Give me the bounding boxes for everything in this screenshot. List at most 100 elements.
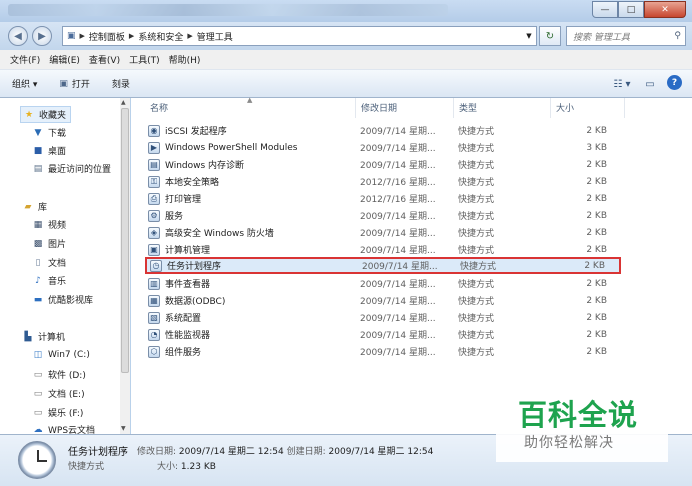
file-date: 2009/7/14 星期...: [360, 161, 436, 171]
file-type: 快捷方式: [458, 331, 495, 341]
file-row[interactable]: ◷ 任务计划程序 2009/7/14 星期... 快捷方式 2 KB: [145, 257, 621, 274]
menu-view[interactable]: 查看(V): [89, 53, 120, 66]
file-row[interactable]: ▧ 系统配置 2009/7/14 星期... 快捷方式 2 KB: [145, 309, 621, 326]
nav-recent[interactable]: ▤ 最近访问的位置: [32, 162, 111, 176]
nav-libraries-label: 库: [38, 203, 48, 213]
breadcrumb-control-panel[interactable]: 控制面板: [85, 30, 129, 43]
menu-edit[interactable]: 编辑(E): [49, 53, 80, 66]
file-date: 2009/7/14 星期...: [360, 331, 436, 341]
star-icon: ★: [24, 109, 34, 120]
file-row[interactable]: ◔ 性能监视器 2009/7/14 星期... 快捷方式 2 KB: [145, 326, 621, 343]
preview-pane-icon[interactable]: ▭: [639, 75, 661, 93]
organize-button[interactable]: 组织 ▾: [12, 77, 37, 90]
component-services-icon: ⬡: [148, 345, 160, 358]
nav-drive-d[interactable]: ▭ 软件 (D:): [32, 368, 86, 382]
search-icon[interactable]: ⚲: [674, 31, 681, 41]
file-type: 快捷方式: [458, 178, 495, 188]
security-policy-icon: ⚿: [148, 175, 160, 188]
file-row[interactable]: ⚙ 服务 2009/7/14 星期... 快捷方式 2 KB: [145, 207, 621, 224]
nav-drive-c[interactable]: ◫ Win7 (C:): [32, 349, 90, 360]
nav-scroll-thumb[interactable]: [121, 108, 129, 373]
nav-desktop[interactable]: ■ 桌面: [32, 144, 66, 158]
help-icon[interactable]: ?: [667, 75, 682, 90]
nav-pictures-label: 图片: [48, 240, 67, 250]
file-size: 2 KB: [586, 244, 607, 255]
view-options-icon[interactable]: ☷ ▾: [611, 75, 633, 93]
nav-drive-e[interactable]: ▭ 文档 (E:): [32, 387, 85, 401]
minimize-button[interactable]: —: [592, 1, 618, 18]
size-info: 大小: 1.23 KB: [157, 459, 216, 472]
file-size: 2 KB: [586, 210, 607, 221]
open-label: 打开: [71, 80, 90, 90]
file-row[interactable]: ▥ 事件查看器 2009/7/14 星期... 快捷方式 2 KB: [145, 275, 621, 292]
column-size[interactable]: 大小: [556, 101, 574, 114]
file-name: 高级安全 Windows 防火墙: [165, 229, 274, 239]
nav-computer-label: 计算机: [38, 333, 66, 343]
recent-places-icon: ▤: [33, 163, 43, 174]
scroll-up-icon[interactable]: ▲: [121, 99, 126, 106]
open-button[interactable]: ▣ 打开: [59, 77, 90, 91]
file-date: 2009/7/14 星期...: [360, 297, 436, 307]
command-bar: 组织 ▾ ▣ 打开 刻录 ☷ ▾ ▭ ?: [0, 70, 692, 98]
file-date: 2009/7/14 星期...: [360, 348, 436, 358]
file-row[interactable]: ◈ 高级安全 Windows 防火墙 2009/7/14 星期... 快捷方式 2 KB: [145, 224, 621, 241]
file-row[interactable]: ▤ Windows 内存诊断 2009/7/14 星期... 快捷方式 2 KB: [145, 156, 621, 173]
column-name[interactable]: 名称: [150, 101, 168, 114]
chevron-down-icon[interactable]: ▼: [522, 32, 536, 40]
file-row[interactable]: ⬡ 组件服务 2009/7/14 星期... 快捷方式 2 KB: [145, 343, 621, 360]
refresh-button[interactable]: ↻: [539, 26, 561, 46]
file-name: 服务: [165, 212, 184, 222]
close-button[interactable]: ✕: [644, 1, 686, 18]
forward-button[interactable]: ▶: [32, 26, 52, 46]
breadcrumb-system-security[interactable]: 系统和安全: [134, 30, 187, 43]
column-divider[interactable]: [550, 98, 551, 118]
file-row[interactable]: ▦ 数据源(ODBC) 2009/7/14 星期... 快捷方式 2 KB: [145, 292, 621, 309]
pictures-icon: ▩: [33, 238, 43, 249]
file-type: 快捷方式: [458, 297, 495, 307]
file-row[interactable]: ▶ Windows PowerShell Modules 2009/7/14 星期.…: [145, 139, 621, 156]
burn-button[interactable]: 刻录: [112, 77, 130, 90]
column-divider[interactable]: [453, 98, 454, 118]
menu-bar: 文件(F) 编辑(E) 查看(V) 工具(T) 帮助(H): [0, 50, 692, 70]
menu-file[interactable]: 文件(F): [10, 53, 40, 66]
nav-videos[interactable]: ▦ 视频: [32, 218, 66, 232]
control-panel-icon: ▣: [67, 31, 76, 41]
nav-libraries[interactable]: ▰ 库: [22, 200, 48, 214]
back-button[interactable]: ◀: [8, 26, 28, 46]
nav-pictures[interactable]: ▩ 图片: [32, 237, 67, 251]
nav-downloads-label: 下载: [48, 129, 67, 139]
task-scheduler-large-icon: [18, 441, 56, 479]
created-value: 2009/7/14 星期二 12:54: [328, 447, 434, 457]
nav-youku[interactable]: ▬ 优酷影视库: [32, 293, 93, 307]
maximize-button[interactable]: □: [618, 1, 644, 18]
address-bar[interactable]: ▣ ▶ 控制面板 ▶ 系统和安全 ▶ 管理工具 ▼: [62, 26, 537, 46]
file-type: 快捷方式: [458, 144, 495, 154]
column-divider[interactable]: [355, 98, 356, 118]
column-type[interactable]: 类型: [459, 101, 477, 114]
nav-scrollbar[interactable]: ▲ ▼: [120, 98, 130, 434]
watermark-subtitle: 助你轻松解决: [524, 435, 614, 451]
nav-music[interactable]: ♪ 音乐: [32, 274, 66, 288]
nav-documents[interactable]: ▯ 文档: [32, 256, 67, 270]
file-row[interactable]: ▣ 计算机管理 2009/7/14 星期... 快捷方式 2 KB: [145, 241, 621, 258]
menu-tools[interactable]: 工具(T): [129, 53, 160, 66]
menu-help[interactable]: 帮助(H): [169, 53, 201, 66]
file-row[interactable]: ⚿ 本地安全策略 2012/7/16 星期... 快捷方式 2 KB: [145, 173, 621, 190]
column-date[interactable]: 修改日期: [361, 101, 397, 114]
watermark-overlay: 百科全说 助你轻松解决: [496, 378, 668, 462]
nav-favorites[interactable]: ★ 收藏夹: [20, 106, 72, 123]
scroll-down-icon[interactable]: ▼: [121, 425, 126, 432]
breadcrumb-admin-tools[interactable]: 管理工具: [193, 30, 237, 43]
nav-drive-f[interactable]: ▭ 娱乐 (F:): [32, 406, 84, 420]
search-input[interactable]: 搜索 管理工具 ⚲: [566, 26, 686, 46]
refresh-icon: ↻: [545, 30, 555, 42]
nav-drive-e-label: 文档 (E:): [48, 390, 85, 400]
nav-computer[interactable]: ▙ 计算机: [22, 330, 66, 344]
drive-icon: ▭: [33, 369, 43, 380]
file-row[interactable]: ◉ iSCSI 发起程序 2009/7/14 星期... 快捷方式 2 KB: [145, 122, 621, 139]
file-name: iSCSI 发起程序: [165, 127, 227, 137]
modified-value: 2009/7/14 星期二 12:54: [178, 447, 284, 457]
file-row[interactable]: ⎙ 打印管理 2012/7/16 星期... 快捷方式 2 KB: [145, 190, 621, 207]
column-divider[interactable]: [624, 98, 625, 118]
nav-downloads[interactable]: ▼ 下载: [32, 126, 67, 140]
